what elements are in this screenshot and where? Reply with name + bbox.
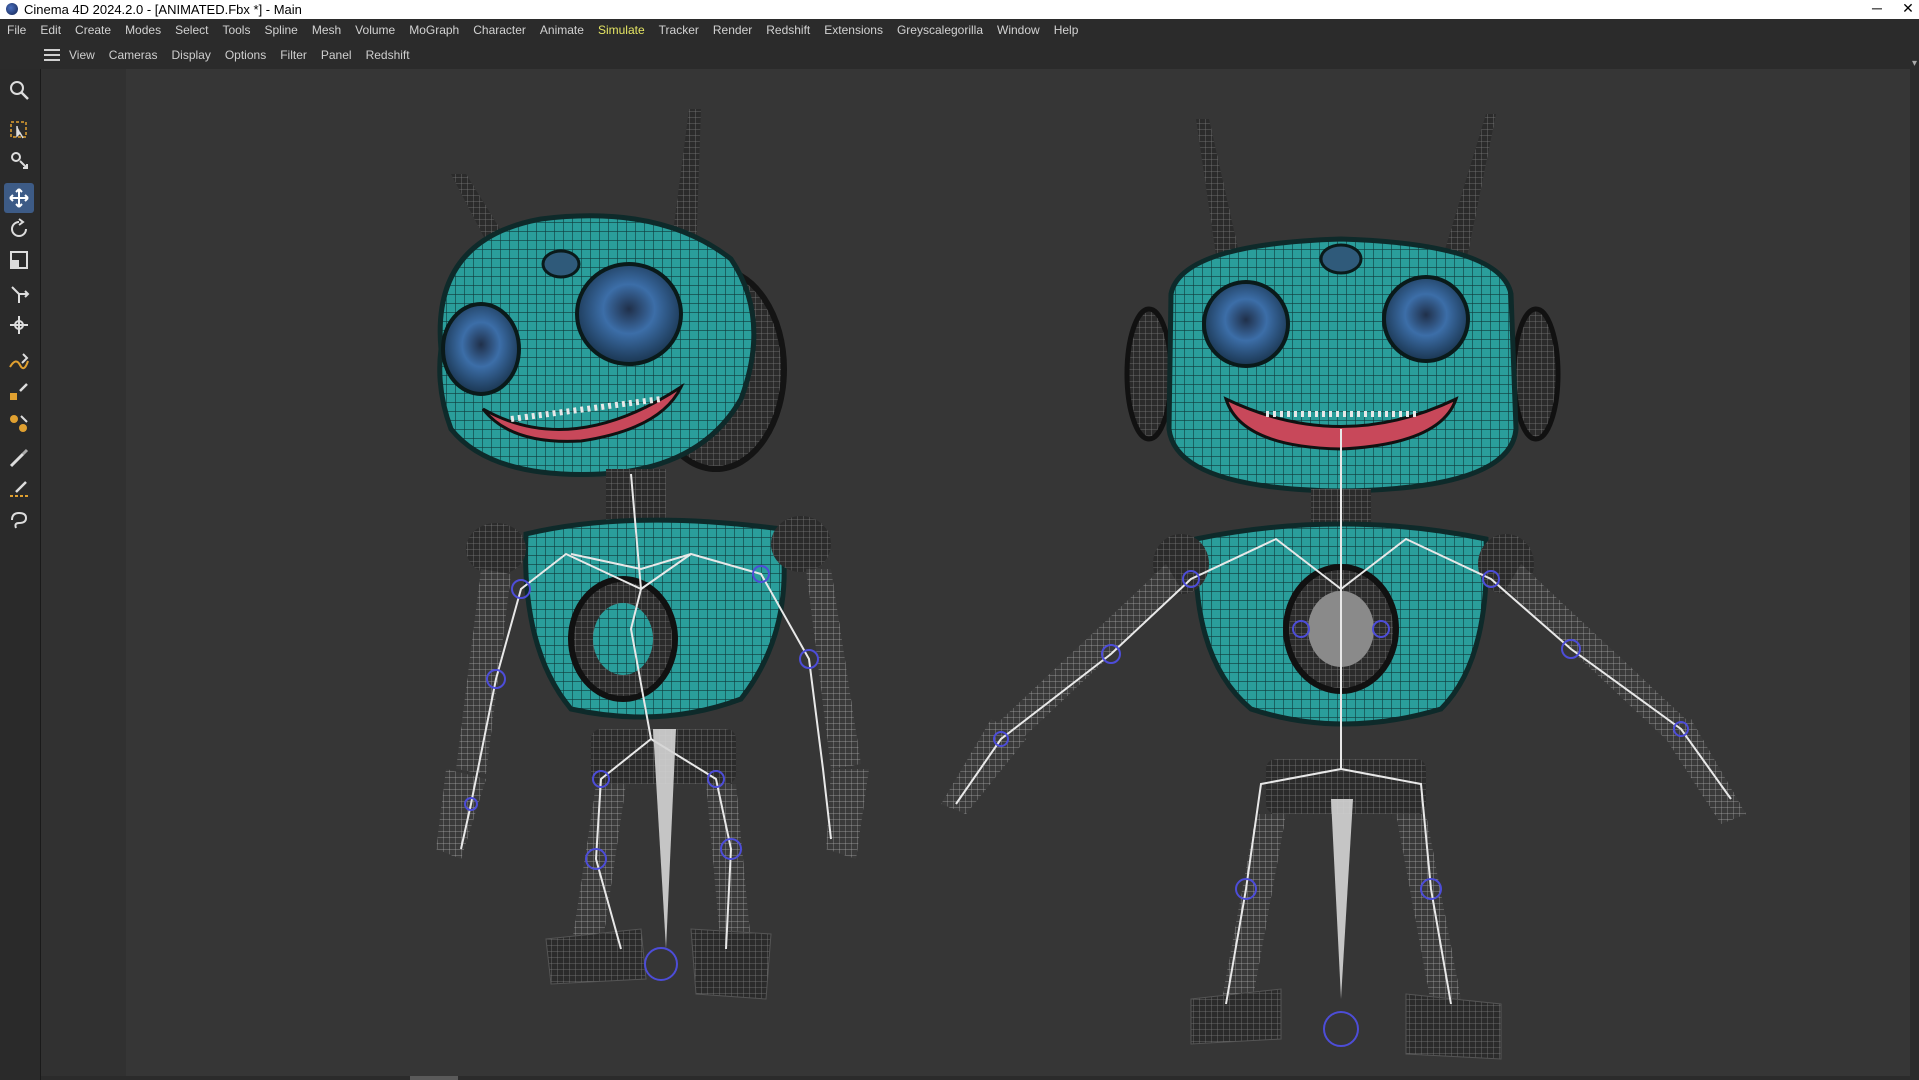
viewport-menu-filter[interactable]: Filter [273,42,314,69]
3d-viewport[interactable] [41,69,1910,1076]
menu-select[interactable]: Select [168,19,215,42]
multi-transform-tool-button[interactable] [4,310,34,340]
menu-file[interactable]: File [0,19,33,42]
viewport-menu-view[interactable]: View [62,42,102,69]
spline-pen-tool-button[interactable] [4,347,34,377]
paint-brush-icon [9,448,29,468]
transform-settings-icon [11,152,28,169]
knife-tool-button[interactable] [4,474,34,504]
rotate-tool-button[interactable] [4,214,34,244]
robot-left-model[interactable] [436,109,869,1000]
menu-spline[interactable]: Spline [257,19,304,42]
main-menu-bar: File Edit Create Modes Select Tools Spline Mesh… [0,19,1919,42]
live-selection-tool-button[interactable] [4,115,34,145]
transform-settings-tool-button[interactable] [4,145,34,175]
menu-extensions[interactable]: Extensions [817,19,890,42]
left-tool-palette [0,69,41,1080]
minimize-button[interactable]: ─ [1862,0,1892,19]
robot-right-model[interactable] [941,114,1746,1060]
scale-tool-button[interactable] [4,245,34,275]
axis-move-icon [11,286,30,303]
viewport-menu-panel[interactable]: Panel [314,42,359,69]
primitive-spline-icon [10,415,28,432]
live-selection-icon [10,121,27,139]
viewport-menu-bar: View Cameras Display Options Filter Panel Reds… [0,42,1919,70]
move-icon [9,188,29,208]
cinema4d-logo-icon [6,3,18,15]
menu-character[interactable]: Character [466,19,533,42]
menu-edit[interactable]: Edit [33,19,68,42]
menu-greyscalegorilla[interactable]: Greyscalegorilla [890,19,990,42]
viewport-menu-cameras[interactable]: Cameras [102,42,165,69]
axis-move-tool-button[interactable] [4,279,34,309]
menu-simulate[interactable]: Simulate [591,19,652,42]
rotate-icon [11,218,27,237]
menu-mesh[interactable]: Mesh [305,19,348,42]
viewport-scrollbar[interactable] [41,1076,1910,1080]
spline-pen-icon [9,353,29,370]
menu-animate[interactable]: Animate [533,19,591,42]
move-tool-button[interactable] [4,183,34,213]
window-title: Cinema 4D 2024.2.0 - [ANIMATED.Fbx *] - … [24,2,302,17]
zoom-icon [10,81,29,100]
menu-render[interactable]: Render [706,19,759,42]
zoom-tool-button[interactable] [4,75,34,105]
viewport-hamburger-icon[interactable] [44,49,60,61]
menu-mograph[interactable]: MoGraph [402,19,466,42]
viewport-right-edge [1910,69,1919,1080]
spline-draw-tool-button[interactable] [4,377,34,407]
menu-volume[interactable]: Volume [348,19,402,42]
viewport-menu-display[interactable]: Display [164,42,217,69]
primitive-spline-tool-button[interactable] [4,409,34,439]
menu-window[interactable]: Window [990,19,1047,42]
viewport-menu-redshift[interactable]: Redshift [359,42,417,69]
close-button[interactable]: ✕ [1897,0,1919,19]
scrollbar-thumb[interactable] [410,1076,458,1080]
multi-transform-icon [10,316,28,334]
scene-render [436,109,1746,1060]
lasso-tool-button[interactable] [4,506,34,536]
viewport-menu-items: View Cameras Display Options Filter Panel Reds… [62,42,417,69]
knife-icon [10,481,28,497]
menu-create[interactable]: Create [68,19,118,42]
menu-redshift[interactable]: Redshift [759,19,817,42]
paint-brush-tool-button[interactable] [4,443,34,473]
menu-tools[interactable]: Tools [215,19,257,42]
window-title-bar: Cinema 4D 2024.2.0 - [ANIMATED.Fbx *] - … [0,0,1919,19]
viewport-menu-options[interactable]: Options [218,42,273,69]
lasso-icon [11,511,28,529]
scale-icon [10,251,28,269]
menu-modes[interactable]: Modes [118,19,168,42]
menu-tracker[interactable]: Tracker [652,19,706,42]
menu-help[interactable]: Help [1047,19,1086,42]
spline-draw-icon [10,383,28,400]
